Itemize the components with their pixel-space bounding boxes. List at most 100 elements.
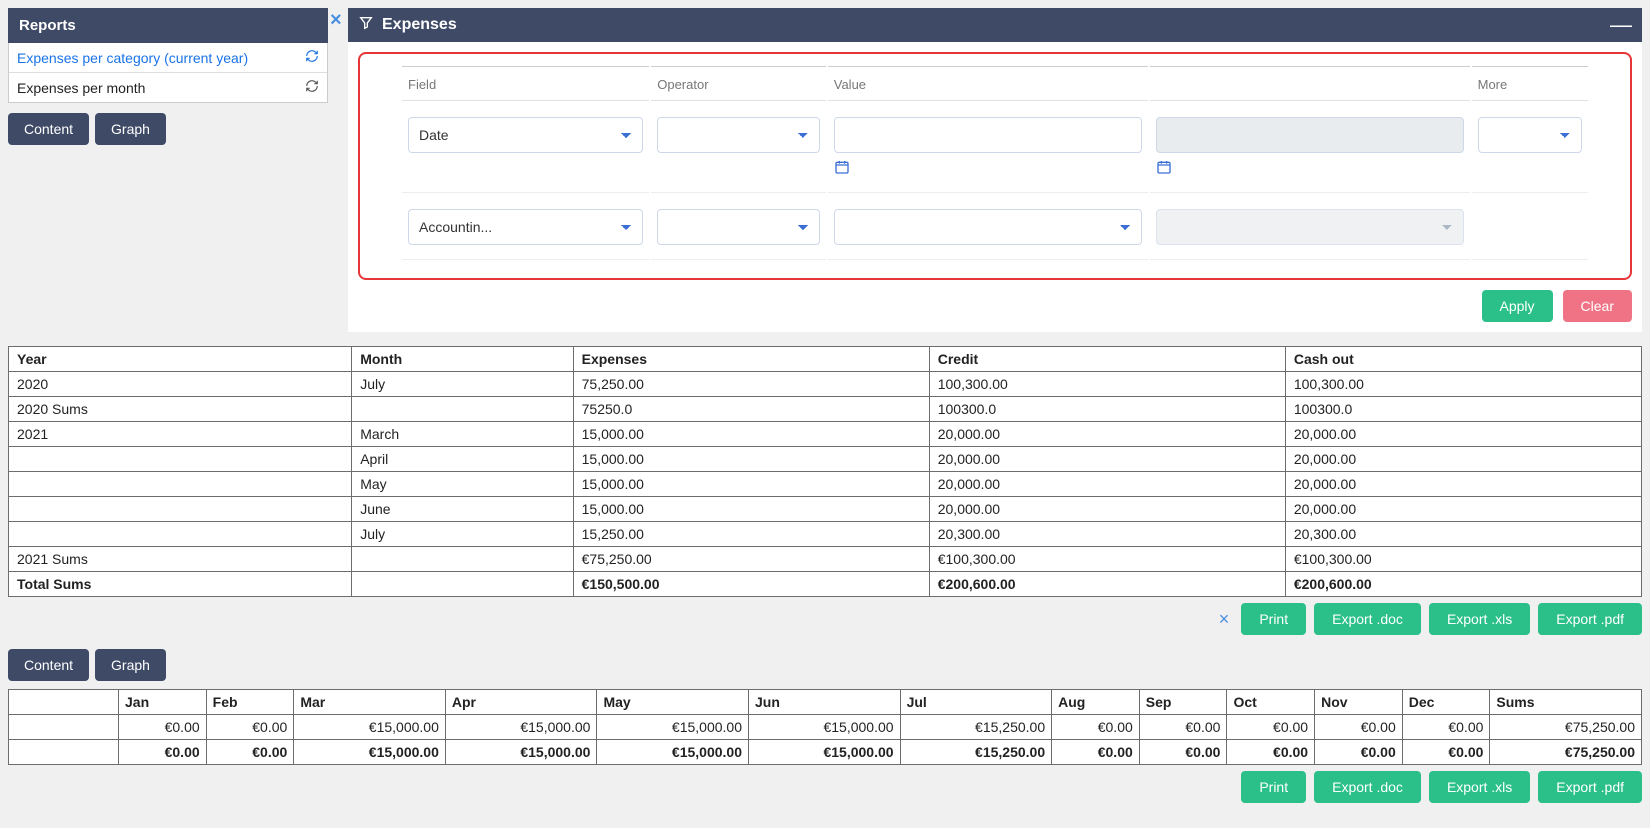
cell-exp: 15,250.00 bbox=[573, 522, 929, 547]
export-pdf-button[interactable]: Export .pdf bbox=[1538, 771, 1642, 803]
cell-month: €0.00 bbox=[1227, 715, 1315, 740]
cell-month: €0.00 bbox=[1052, 715, 1140, 740]
cell-month: June bbox=[352, 497, 573, 522]
col-month-May: May bbox=[597, 690, 749, 715]
cell-month: €15,250.00 bbox=[900, 740, 1052, 765]
export-xls-button[interactable]: Export .xls bbox=[1429, 603, 1530, 635]
cell-credit: 20,000.00 bbox=[929, 422, 1285, 447]
content-button[interactable]: Content bbox=[8, 113, 89, 145]
col-month-Jun: Jun bbox=[749, 690, 901, 715]
cell-month: €15,000.00 bbox=[749, 740, 901, 765]
cell-year bbox=[9, 522, 352, 547]
cell-month: €15,000.00 bbox=[445, 715, 597, 740]
col-year: Year bbox=[9, 347, 352, 372]
cell-cash: 20,000.00 bbox=[1285, 497, 1641, 522]
filter-operator-select[interactable] bbox=[657, 117, 820, 153]
filter-head-operator: Operator bbox=[651, 66, 826, 101]
cell-month: €15,000.00 bbox=[597, 715, 749, 740]
export-xls-button[interactable]: Export .xls bbox=[1429, 771, 1530, 803]
cell-month: March bbox=[352, 422, 573, 447]
cell-credit: 20,300.00 bbox=[929, 522, 1285, 547]
cell-month: €75,250.00 bbox=[1490, 740, 1642, 765]
export-doc-button[interactable]: Export .doc bbox=[1314, 603, 1421, 635]
cell-cash: 20,000.00 bbox=[1285, 447, 1641, 472]
filter-area: Field Operator Value More Date bbox=[358, 52, 1632, 280]
close-icon[interactable]: × bbox=[1219, 609, 1230, 630]
col-month-Apr: Apr bbox=[445, 690, 597, 715]
filter-field-select[interactable]: Date bbox=[408, 117, 643, 153]
filter-value1-select[interactable] bbox=[834, 209, 1142, 245]
cell-exp: 15,000.00 bbox=[573, 472, 929, 497]
cell-month: July bbox=[352, 372, 573, 397]
filter-value1-input[interactable] bbox=[834, 117, 1142, 153]
col-month-Feb: Feb bbox=[206, 690, 294, 715]
cell-month: €0.00 bbox=[206, 715, 294, 740]
main-panel: × Expenses — Field Operator Value More bbox=[348, 8, 1642, 332]
col-month: Month bbox=[352, 347, 573, 372]
table-row: Total Sums€150,500.00€200,600.00€200,600… bbox=[9, 572, 1642, 597]
apply-button[interactable]: Apply bbox=[1482, 290, 1553, 322]
close-icon[interactable]: × bbox=[330, 10, 342, 30]
main-header: Expenses — bbox=[348, 8, 1642, 42]
cell-month: €15,000.00 bbox=[294, 715, 446, 740]
table-row: 2021 Sums€75,250.00€100,300.00€100,300.0… bbox=[9, 547, 1642, 572]
cell-cash: 100300.0 bbox=[1285, 397, 1641, 422]
table-row: 2020 Sums75250.0100300.0100300.0 bbox=[9, 397, 1642, 422]
cell-month: May bbox=[352, 472, 573, 497]
cell-credit: 20,000.00 bbox=[929, 472, 1285, 497]
col-month-Oct: Oct bbox=[1227, 690, 1315, 715]
cell-month: €0.00 bbox=[1315, 715, 1403, 740]
table-row: 2020July75,250.00100,300.00100,300.00 bbox=[9, 372, 1642, 397]
year-month-table: Year Month Expenses Credit Cash out 2020… bbox=[8, 346, 1642, 597]
cell-credit: 20,000.00 bbox=[929, 447, 1285, 472]
print-button[interactable]: Print bbox=[1241, 771, 1306, 803]
cell-exp: 75,250.00 bbox=[573, 372, 929, 397]
graph-button[interactable]: Graph bbox=[95, 113, 166, 145]
clear-button[interactable]: Clear bbox=[1563, 290, 1632, 322]
cell-month bbox=[352, 572, 573, 597]
calendar-icon[interactable] bbox=[1156, 159, 1172, 178]
cell-year: 2020 bbox=[9, 372, 352, 397]
col-month-Dec: Dec bbox=[1402, 690, 1490, 715]
content-button[interactable]: Content bbox=[8, 649, 89, 681]
refresh-icon[interactable] bbox=[305, 79, 319, 96]
report-item-expenses-category[interactable]: Expenses per category (current year) bbox=[9, 43, 327, 73]
report-item-expenses-month[interactable]: Expenses per month bbox=[9, 73, 327, 102]
filter-head-field: Field bbox=[402, 66, 649, 101]
export-doc-button[interactable]: Export .doc bbox=[1314, 771, 1421, 803]
cell-credit: 20,000.00 bbox=[929, 497, 1285, 522]
cell-exp: €150,500.00 bbox=[573, 572, 929, 597]
filter-field-select[interactable]: Accountin... bbox=[408, 209, 643, 245]
cell-year bbox=[9, 472, 352, 497]
cell-year: Total Sums bbox=[9, 572, 352, 597]
filter-head-more: More bbox=[1472, 66, 1588, 101]
col-month-Nov: Nov bbox=[1315, 690, 1403, 715]
filter-icon bbox=[358, 15, 374, 36]
cell-cash: 20,000.00 bbox=[1285, 422, 1641, 447]
cell-month: €75,250.00 bbox=[1490, 715, 1642, 740]
graph-button[interactable]: Graph bbox=[95, 649, 166, 681]
cell-month: €15,000.00 bbox=[294, 740, 446, 765]
cell-cash: €100,300.00 bbox=[1285, 547, 1641, 572]
export-pdf-button[interactable]: Export .pdf bbox=[1538, 603, 1642, 635]
calendar-icon[interactable] bbox=[834, 159, 850, 178]
cell-year bbox=[9, 497, 352, 522]
cell-year: 2021 Sums bbox=[9, 547, 352, 572]
cell-blank bbox=[9, 715, 119, 740]
minimize-icon[interactable]: — bbox=[1610, 14, 1632, 36]
table-row: €0.00€0.00€15,000.00€15,000.00€15,000.00… bbox=[9, 740, 1642, 765]
col-month-Jul: Jul bbox=[900, 690, 1052, 715]
cell-month: €15,000.00 bbox=[597, 740, 749, 765]
col-month-blank bbox=[9, 690, 119, 715]
filter-operator-select[interactable] bbox=[657, 209, 820, 245]
cell-credit: 100,300.00 bbox=[929, 372, 1285, 397]
month-summary-table: JanFebMarAprMayJunJulAugSepOctNovDecSums… bbox=[8, 689, 1642, 765]
col-cashout: Cash out bbox=[1285, 347, 1641, 372]
sidebar: Reports Expenses per category (current y… bbox=[8, 8, 328, 145]
report-list: Expenses per category (current year) Exp… bbox=[8, 43, 328, 103]
filter-more-select[interactable] bbox=[1478, 117, 1582, 153]
refresh-icon[interactable] bbox=[305, 49, 319, 66]
print-button[interactable]: Print bbox=[1241, 603, 1306, 635]
cell-credit: €200,600.00 bbox=[929, 572, 1285, 597]
sidebar-title: Reports bbox=[8, 8, 328, 43]
